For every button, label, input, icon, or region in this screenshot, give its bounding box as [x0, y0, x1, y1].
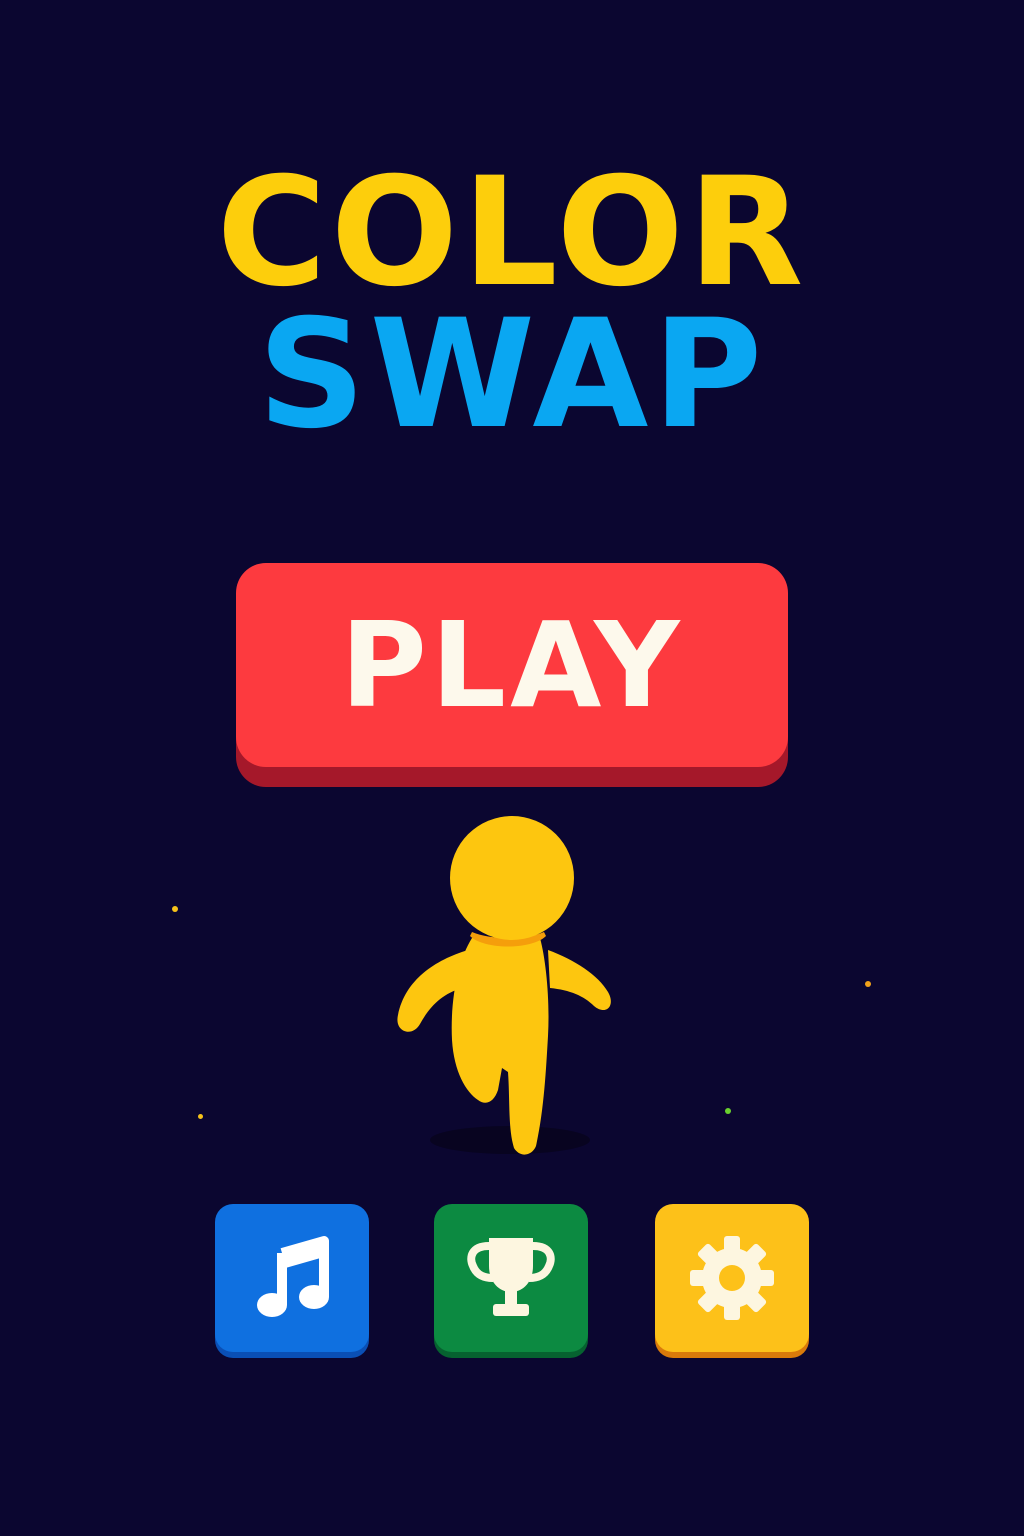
- star-decoration: [198, 1114, 203, 1119]
- character-head: [450, 816, 574, 940]
- character-shadow: [430, 1126, 590, 1154]
- character-right-arm: [548, 950, 611, 1011]
- star-decoration: [865, 981, 871, 987]
- game-title-line-1: COLOR: [216, 146, 808, 320]
- music-note-icon: [257, 1236, 329, 1317]
- play-button-face: PLAY: [236, 563, 788, 767]
- trophy-button[interactable]: [434, 1204, 588, 1358]
- runner-character-icon: [397, 816, 611, 1155]
- play-button[interactable]: PLAY: [236, 563, 788, 787]
- trophy-icon: [467, 1238, 555, 1316]
- settings-button[interactable]: [655, 1204, 809, 1358]
- star-decoration: [725, 1108, 731, 1114]
- game-title-line-2: SWAP: [257, 288, 767, 462]
- star-decoration: [172, 906, 178, 912]
- gear-icon: [690, 1236, 774, 1320]
- play-button-label: PLAY: [340, 596, 684, 734]
- main-menu-screen: COLOR SWAP PLAY: [0, 0, 1024, 1536]
- character-body: [451, 938, 549, 1155]
- music-button[interactable]: [215, 1204, 369, 1358]
